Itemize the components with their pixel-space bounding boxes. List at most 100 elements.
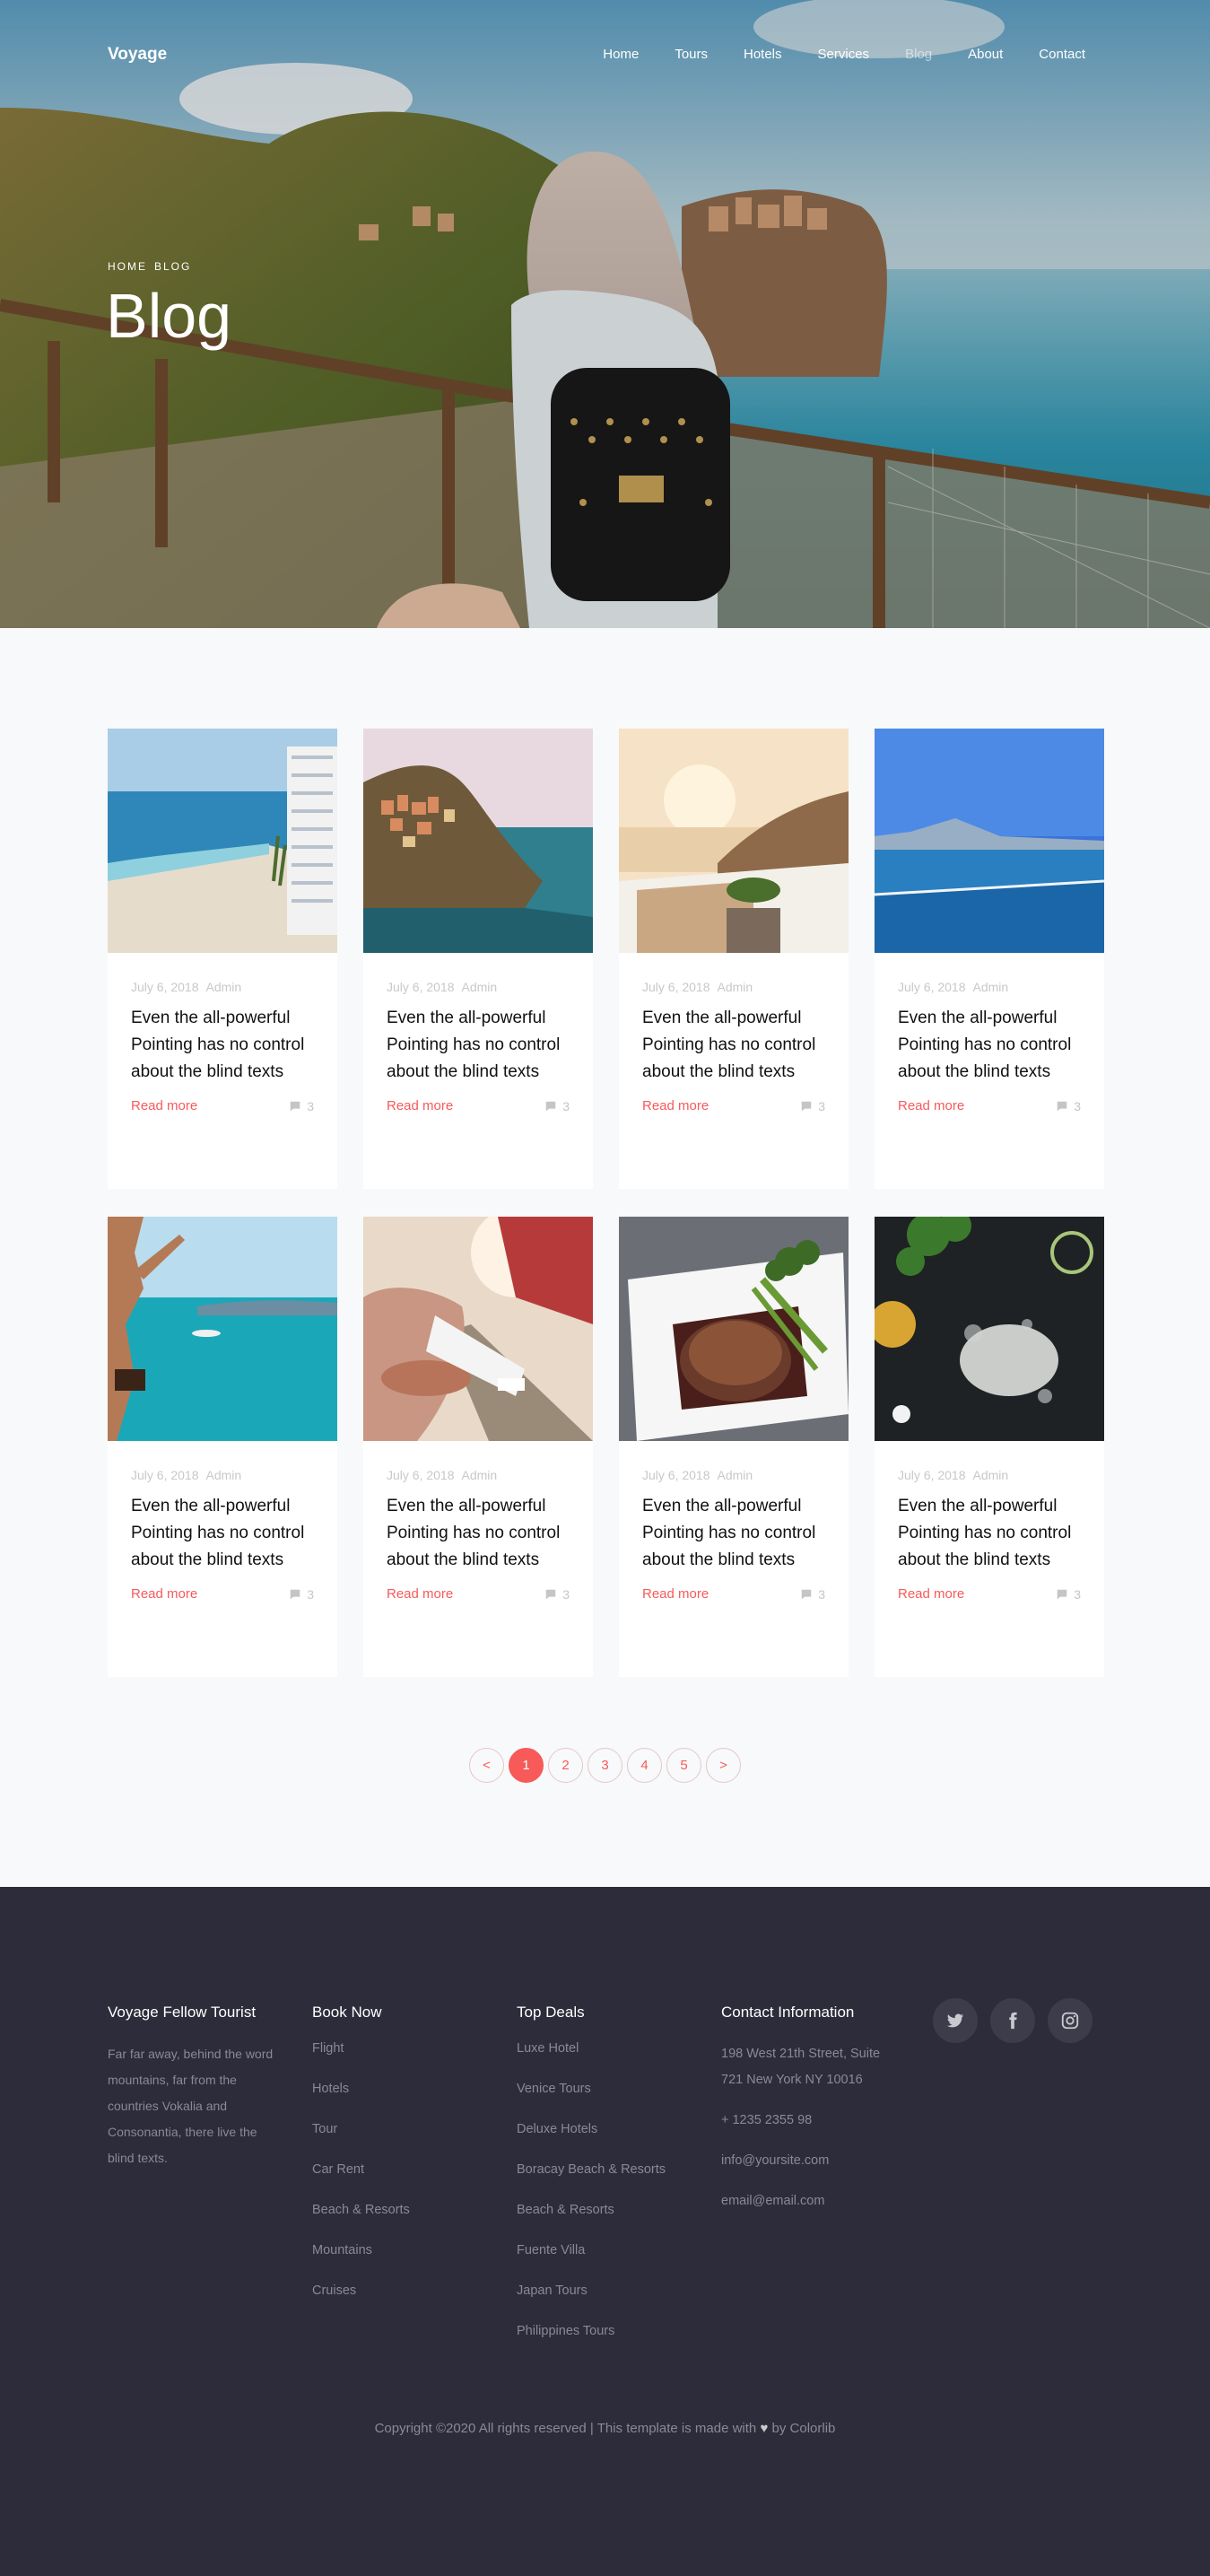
footer-contact-email-info[interactable]: info@yoursite.com <box>721 2148 892 2174</box>
nav-item-contact[interactable]: Contact <box>1039 47 1085 62</box>
footer-link-fuente-villa[interactable]: Fuente Villa <box>517 2243 714 2283</box>
blog-card-date[interactable]: July 6, 2018 <box>642 980 710 994</box>
breadcrumb-current: BLOG <box>154 260 192 273</box>
pagination-page-5[interactable]: 5 <box>666 1748 701 1783</box>
blog-card-image[interactable] <box>108 729 337 953</box>
comment-count[interactable]: 3 <box>1056 1587 1081 1602</box>
comment-count[interactable]: 3 <box>544 1099 570 1113</box>
blog-card-image[interactable] <box>619 1217 849 1441</box>
brand-logo[interactable]: Voyage <box>108 45 167 65</box>
facebook-button[interactable] <box>990 1998 1035 2043</box>
blog-card-author[interactable]: Admin <box>206 1468 242 1482</box>
footer-link-japan-tours[interactable]: Japan Tours <box>517 2283 714 2324</box>
pagination-prev[interactable]: < <box>469 1748 504 1783</box>
comment-count[interactable]: 3 <box>289 1587 314 1602</box>
comment-count[interactable]: 3 <box>544 1587 570 1602</box>
blog-card-date[interactable]: July 6, 2018 <box>642 1468 710 1482</box>
blog-card-image[interactable] <box>875 1217 1104 1441</box>
blog-card-title[interactable]: Even the all-powerful Pointing has no co… <box>131 1005 314 1086</box>
blog-card-image[interactable] <box>363 729 593 953</box>
blog-card: July 6, 2018 Admin Even the all-powerful P… <box>108 729 337 1189</box>
blog-card-footer: Read more 3 <box>131 1098 314 1113</box>
copyright-text: Copyright ©2020 All rights reserved | Th… <box>374 2421 757 2436</box>
blog-card-title[interactable]: Even the all-powerful Pointing has no co… <box>131 1493 314 1574</box>
nav-item-home[interactable]: Home <box>603 47 639 62</box>
blog-card-date[interactable]: July 6, 2018 <box>387 1468 455 1482</box>
footer-link-car-rent[interactable]: Car Rent <box>312 2162 492 2203</box>
blog-card-date[interactable]: July 6, 2018 <box>131 1468 199 1482</box>
blog-card: July 6, 2018 Admin Even the all-powerful P… <box>619 1217 849 1677</box>
footer-link-deluxe-hotels[interactable]: Deluxe Hotels <box>517 2122 714 2162</box>
blog-card-author[interactable]: Admin <box>206 980 242 994</box>
blog-card-title[interactable]: Even the all-powerful Pointing has no co… <box>387 1005 570 1086</box>
footer-link-philippines-tours[interactable]: Philippines Tours <box>517 2324 714 2364</box>
comment-count[interactable]: 3 <box>800 1099 825 1113</box>
pagination-page-2[interactable]: 2 <box>548 1748 583 1783</box>
footer-contact-email[interactable]: email@email.com <box>721 2188 892 2214</box>
blog-card-title[interactable]: Even the all-powerful Pointing has no co… <box>642 1493 825 1574</box>
nav-item-services[interactable]: Services <box>818 47 870 62</box>
comment-count-value: 3 <box>562 1098 570 1113</box>
footer-contact-title: Contact Information <box>721 2004 855 2021</box>
blog-card-author[interactable]: Admin <box>973 980 1009 994</box>
nav-item-hotels[interactable]: Hotels <box>744 47 782 62</box>
blog-card-image[interactable] <box>619 729 849 953</box>
read-more-link[interactable]: Read more <box>642 1098 709 1113</box>
chat-icon <box>545 1589 556 1599</box>
copyright-credit[interactable]: by Colorlib <box>772 2421 836 2436</box>
blog-card-title[interactable]: Even the all-powerful Pointing has no co… <box>642 1005 825 1086</box>
footer-link-boracay[interactable]: Boracay Beach & Resorts <box>517 2162 714 2203</box>
read-more-link[interactable]: Read more <box>131 1098 197 1113</box>
footer-contact-phone[interactable]: + 1235 2355 98 <box>721 2108 892 2134</box>
blog-card-date[interactable]: July 6, 2018 <box>898 1468 966 1482</box>
blog-card-title[interactable]: Even the all-powerful Pointing has no co… <box>898 1493 1081 1574</box>
chat-icon <box>545 1101 556 1111</box>
blog-card-image[interactable] <box>108 1217 337 1441</box>
read-more-link[interactable]: Read more <box>898 1098 964 1113</box>
pagination-page-3[interactable]: 3 <box>588 1748 622 1783</box>
blog-card-date[interactable]: July 6, 2018 <box>387 980 455 994</box>
twitter-button[interactable] <box>933 1998 978 2043</box>
read-more-link[interactable]: Read more <box>387 1586 453 1602</box>
footer-link-cruises[interactable]: Cruises <box>312 2283 492 2324</box>
blog-card-image[interactable] <box>363 1217 593 1441</box>
read-more-link[interactable]: Read more <box>898 1586 964 1602</box>
breadcrumb-home[interactable]: HOME <box>108 260 147 273</box>
comment-count[interactable]: 3 <box>1056 1099 1081 1113</box>
footer-link-mountains[interactable]: Mountains <box>312 2243 492 2283</box>
footer-link-venice-tours[interactable]: Venice Tours <box>517 2082 714 2122</box>
blog-card-author[interactable]: Admin <box>462 980 498 994</box>
read-more-link[interactable]: Read more <box>131 1586 197 1602</box>
blog-card-author[interactable]: Admin <box>718 980 753 994</box>
footer-link-beach-resorts-deals[interactable]: Beach & Resorts <box>517 2203 714 2243</box>
blog-card-footer: Read more 3 <box>387 1098 570 1113</box>
nav-item-blog[interactable]: Blog <box>905 47 932 62</box>
footer-link-beach-resorts[interactable]: Beach & Resorts <box>312 2203 492 2243</box>
blog-card-footer: Read more 3 <box>898 1098 1081 1113</box>
blog-card-footer: Read more 3 <box>387 1586 570 1602</box>
pagination-next[interactable]: > <box>706 1748 741 1783</box>
footer-link-flight[interactable]: Flight <box>312 2041 492 2082</box>
blog-card-author[interactable]: Admin <box>973 1468 1009 1482</box>
read-more-link[interactable]: Read more <box>387 1098 453 1113</box>
blog-card-image[interactable] <box>875 729 1104 953</box>
pagination-page-4[interactable]: 4 <box>627 1748 662 1783</box>
blog-card-date[interactable]: July 6, 2018 <box>131 980 199 994</box>
comment-count[interactable]: 3 <box>800 1587 825 1602</box>
blog-card-title[interactable]: Even the all-powerful Pointing has no co… <box>898 1005 1081 1086</box>
blog-card-date[interactable]: July 6, 2018 <box>898 980 966 994</box>
blog-card-title[interactable]: Even the all-powerful Pointing has no co… <box>387 1493 570 1574</box>
blog-card-author[interactable]: Admin <box>462 1468 498 1482</box>
nav-item-about[interactable]: About <box>968 47 1003 62</box>
footer-link-luxe-hotel[interactable]: Luxe Hotel <box>517 2041 714 2082</box>
nav-item-tours[interactable]: Tours <box>675 47 708 62</box>
comment-count[interactable]: 3 <box>289 1099 314 1113</box>
read-more-link[interactable]: Read more <box>642 1586 709 1602</box>
pagination-page-1[interactable]: 1 <box>509 1748 544 1783</box>
blog-section: July 6, 2018 Admin Even the all-powerful P… <box>0 628 1210 1887</box>
footer-link-hotels[interactable]: Hotels <box>312 2082 492 2122</box>
blog-card-author[interactable]: Admin <box>718 1468 753 1482</box>
footer-link-tour[interactable]: Tour <box>312 2122 492 2162</box>
instagram-button[interactable] <box>1048 1998 1092 2043</box>
chat-icon <box>290 1101 300 1111</box>
